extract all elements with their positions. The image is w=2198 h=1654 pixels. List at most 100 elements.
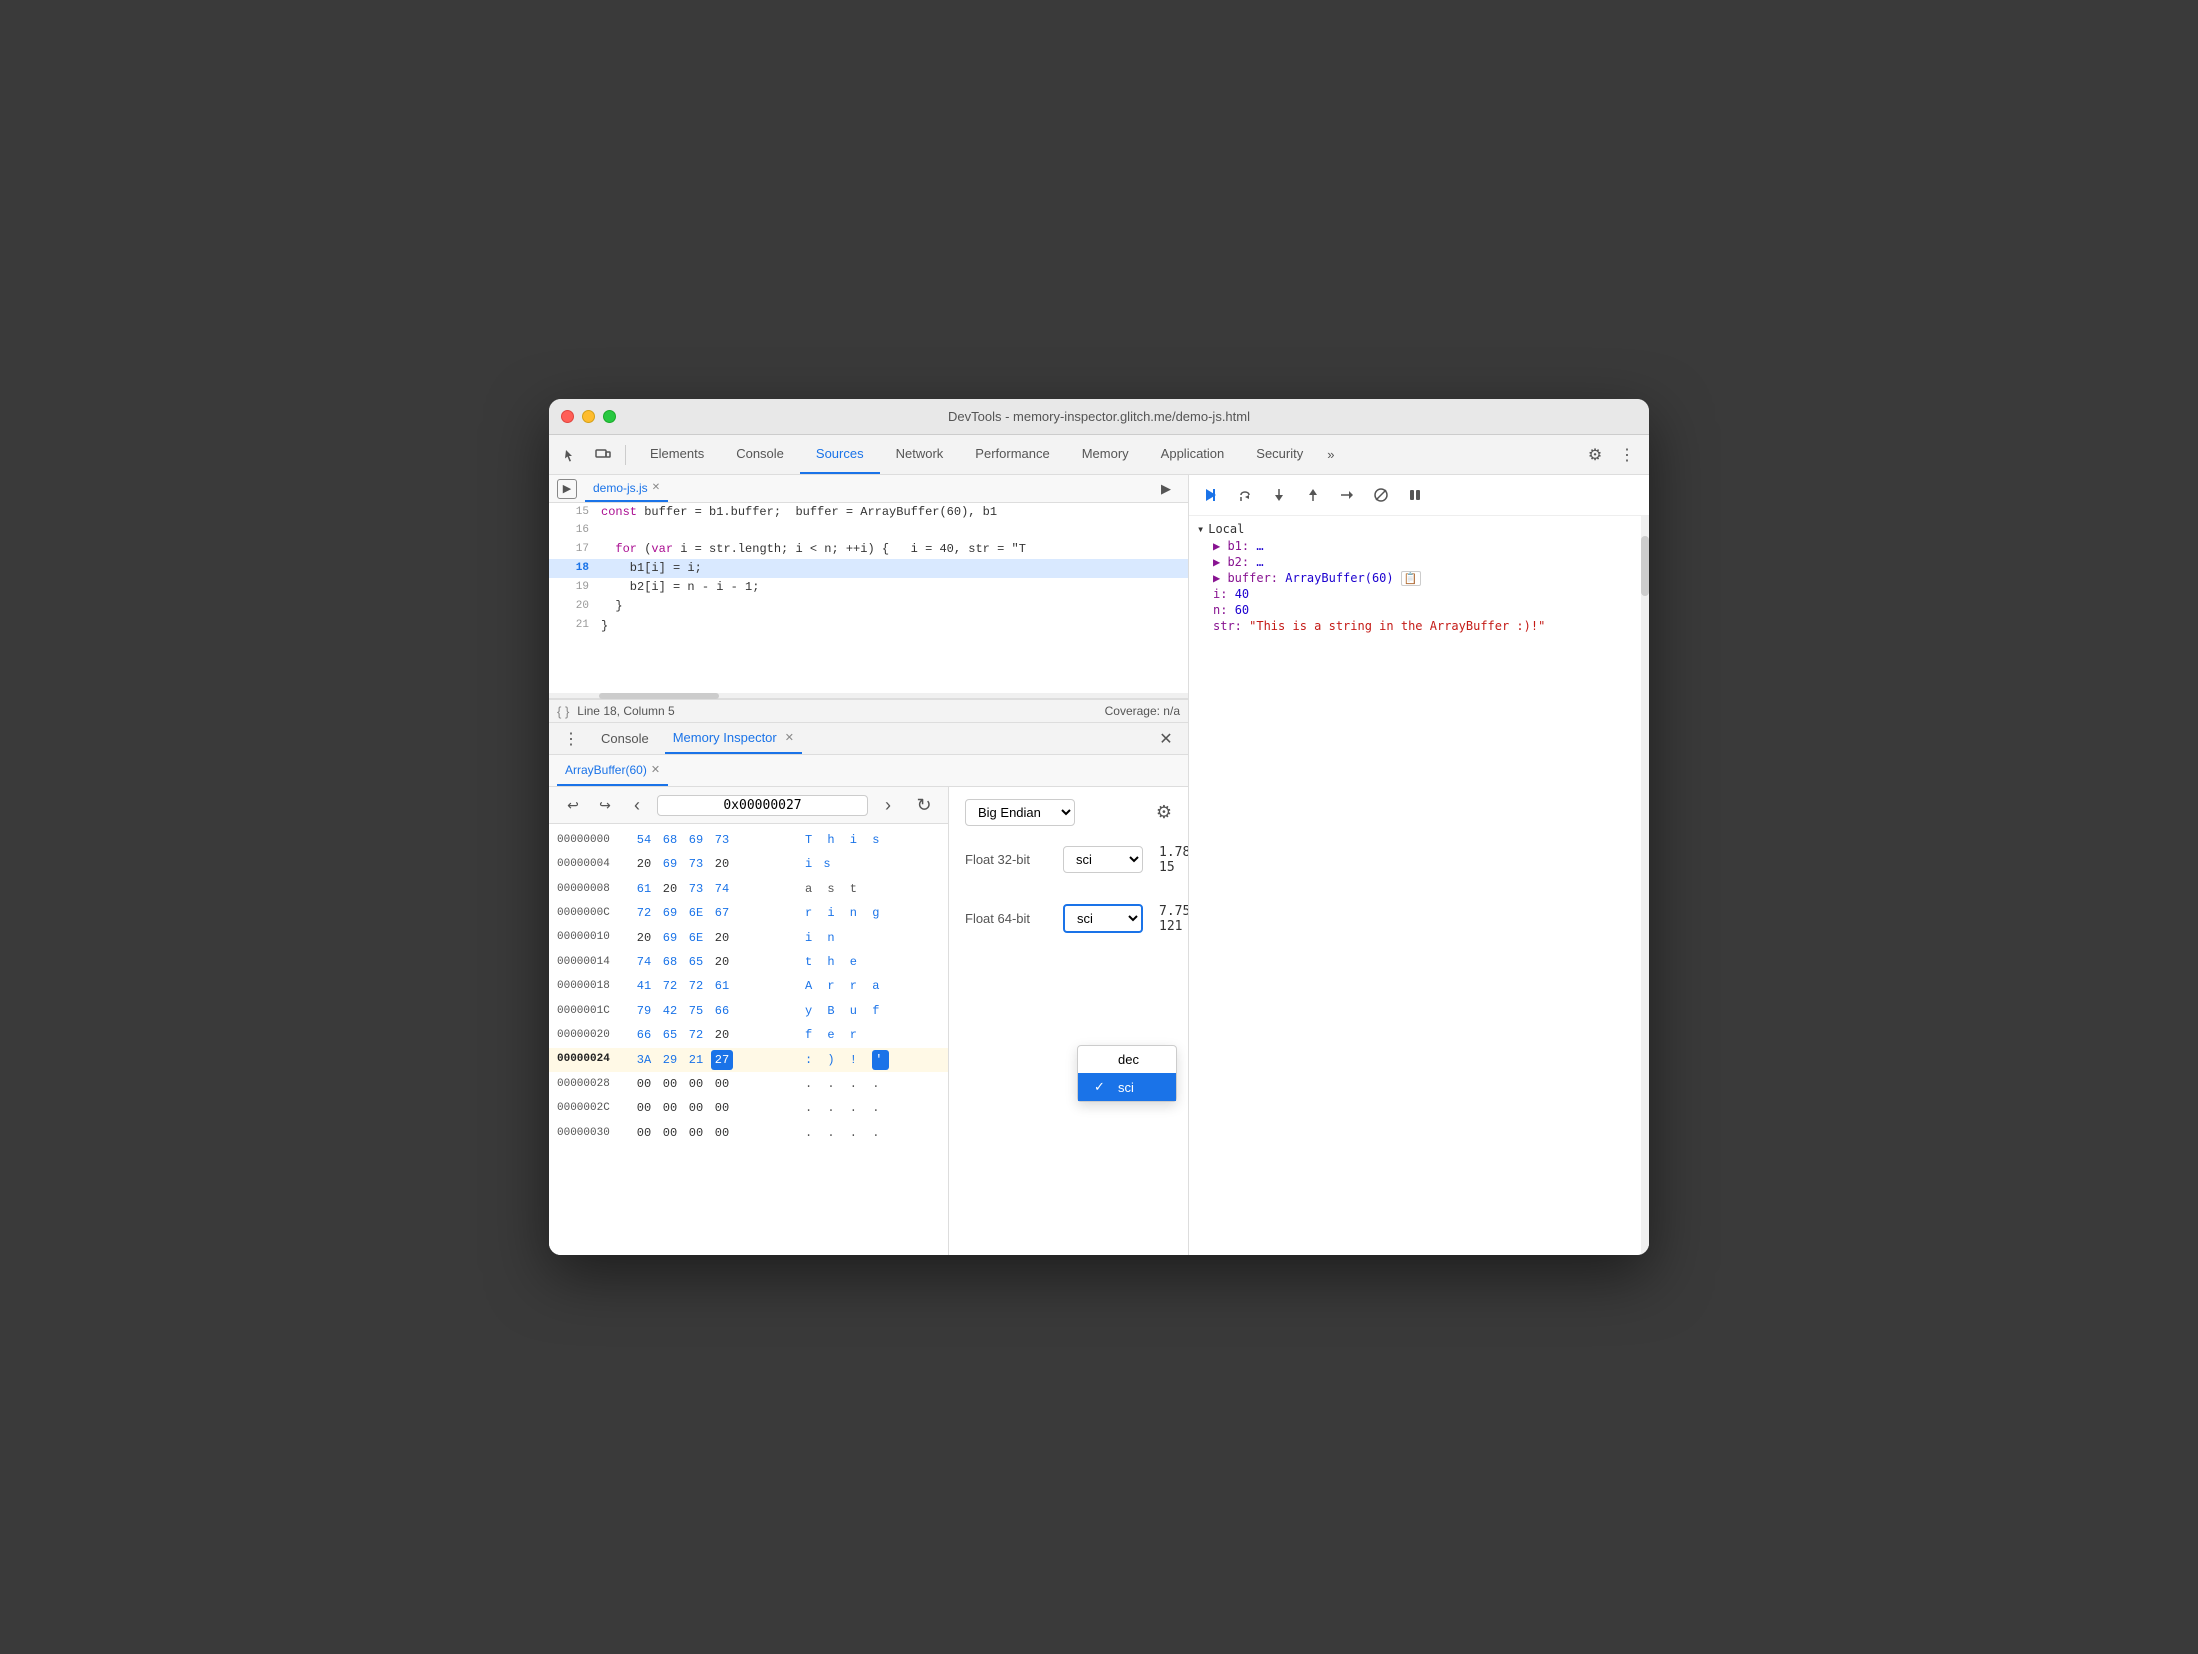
- scope-item-n: n: 60: [1197, 602, 1641, 618]
- hex-row-1c: 0000001C 79 42 75 66 y B u f: [549, 999, 948, 1023]
- left-panel: ▶ demo-js.js ✕ ▶ 15 const buffer = b1.: [549, 475, 1189, 1255]
- titlebar: DevTools - memory-inspector.glitch.me/de…: [549, 399, 1649, 435]
- hex-rows: 00000000 54 68 69 73 T h i s: [549, 824, 948, 1255]
- mi-body: ↩ ↪ ‹ › ↻: [549, 787, 1188, 1255]
- val-inspector-header: Big Endian Little Endian ⚙: [965, 799, 1172, 826]
- scope-container: ▾ Local ▶ b1: … ▶ b2: … ▶ buffer: ArrayB…: [1189, 516, 1649, 1255]
- hex-next-btn[interactable]: ›: [876, 793, 900, 817]
- selected-byte[interactable]: 27: [711, 1050, 733, 1070]
- tab-network[interactable]: Network: [880, 435, 960, 474]
- hex-row-8: 00000008 61 20 73 74 a s t: [549, 877, 948, 901]
- hex-row-28: 00000028 00 00 00 00 . . . .: [549, 1072, 948, 1096]
- deactivate-btn[interactable]: [1367, 481, 1395, 509]
- scope-item-buffer: ▶ buffer: ArrayBuffer(60) 📋: [1197, 570, 1641, 586]
- close-button[interactable]: [561, 410, 574, 423]
- devtools-container: Elements Console Sources Network Perform…: [549, 435, 1649, 1255]
- hex-row-10: 00000010 20 69 6E 20 i n: [549, 926, 948, 950]
- close-panel-icon[interactable]: ✕: [1152, 725, 1180, 753]
- source-file-name: demo-js.js: [593, 481, 648, 495]
- debug-toolbar: [1189, 475, 1649, 516]
- tab-performance[interactable]: Performance: [959, 435, 1065, 474]
- bottom-panel: ⋮ Console Memory Inspector ✕ ✕: [549, 723, 1188, 1255]
- tab-elements[interactable]: Elements: [634, 435, 720, 474]
- arraybuffer-tab[interactable]: ArrayBuffer(60) ✕: [557, 755, 668, 786]
- scope-item-b2: ▶ b2: …: [1197, 554, 1641, 570]
- scope-item-b1: ▶ b1: …: [1197, 538, 1641, 554]
- hex-forward-btn[interactable]: ↪: [593, 793, 617, 817]
- format-icon: { }: [557, 704, 569, 719]
- tab-security[interactable]: Security: [1240, 435, 1319, 474]
- debug-scrollbar-thumb: [1641, 536, 1649, 596]
- step-btn[interactable]: [1333, 481, 1361, 509]
- memory-inspect-btn[interactable]: 📋: [1401, 571, 1421, 586]
- more-icon[interactable]: ⋮: [557, 725, 585, 753]
- value-inspector: Big Endian Little Endian ⚙: [949, 787, 1188, 1255]
- dropdown-dec-label: dec: [1118, 1052, 1139, 1067]
- maximize-button[interactable]: [603, 410, 616, 423]
- val-settings-icon[interactable]: ⚙: [1156, 802, 1172, 822]
- devtools-toolbar: Elements Console Sources Network Perform…: [549, 435, 1649, 475]
- float64-format-select[interactable]: sci dec: [1063, 904, 1143, 933]
- minimize-button[interactable]: [582, 410, 595, 423]
- resume-btn[interactable]: [1197, 481, 1225, 509]
- settings-icon[interactable]: ⚙: [1581, 441, 1609, 469]
- console-tab[interactable]: Console: [593, 723, 657, 754]
- scope-local-label: Local: [1208, 522, 1244, 536]
- hex-refresh-btn[interactable]: ↻: [912, 793, 936, 817]
- dropdown-sci-label: sci: [1118, 1080, 1134, 1095]
- dropdown-item-sci[interactable]: ✓ sci: [1078, 1073, 1176, 1101]
- cursor-icon[interactable]: [557, 441, 585, 469]
- close-arraybuffer-tab[interactable]: ✕: [651, 763, 660, 776]
- hex-row-c: 0000000C 72 69 6E 67 r i n g: [549, 901, 948, 925]
- console-tab-label: Console: [601, 731, 649, 746]
- close-file-btn[interactable]: ✕: [652, 482, 660, 493]
- step-into-btn[interactable]: [1265, 481, 1293, 509]
- code-editor[interactable]: 15 const buffer = b1.buffer; buffer = Ar…: [549, 503, 1188, 693]
- dropdown-item-dec[interactable]: dec: [1078, 1046, 1176, 1073]
- hex-row-2c: 0000002C 00 00 00 00 . . . .: [549, 1096, 948, 1120]
- toolbar-divider-1: [625, 445, 626, 465]
- window-title: DevTools - memory-inspector.glitch.me/de…: [948, 409, 1250, 424]
- close-panel-btn[interactable]: ✕: [1152, 725, 1180, 753]
- code-line-15: 15 const buffer = b1.buffer; buffer = Ar…: [549, 503, 1188, 522]
- hex-back-btn[interactable]: ↩: [561, 793, 585, 817]
- endian-select[interactable]: Big Endian Little Endian: [965, 799, 1075, 826]
- float32-row: Float 32-bit sci dec 1.78e-15: [965, 838, 1172, 881]
- step-out-btn[interactable]: [1299, 481, 1327, 509]
- float32-format-select[interactable]: sci dec: [1063, 846, 1143, 873]
- tab-console[interactable]: Console: [720, 435, 800, 474]
- val-inspector-settings-btn[interactable]: ⚙: [1156, 802, 1172, 823]
- float64-label: Float 64-bit: [965, 911, 1055, 926]
- arraybuffer-tab-label: ArrayBuffer(60): [565, 763, 647, 777]
- pause-btn[interactable]: [1401, 481, 1429, 509]
- traffic-lights: [561, 410, 616, 423]
- device-toggle-icon[interactable]: [589, 441, 617, 469]
- hex-row-30: 00000030 00 00 00 00 . . . .: [549, 1121, 948, 1145]
- step-over-btn[interactable]: [1231, 481, 1259, 509]
- hex-row-4: 00000004 20 69 73 20 i s: [549, 852, 948, 876]
- memory-inspector-tab[interactable]: Memory Inspector ✕: [665, 723, 802, 754]
- hex-row-24: 00000024 3A 29 21 27: [549, 1048, 948, 1072]
- add-source-icon[interactable]: ▶: [557, 479, 577, 499]
- float64-row: Float 64-bit sci dec 7.75e-121: [965, 897, 1172, 940]
- more-options-icon[interactable]: ⋮: [1613, 441, 1641, 469]
- hex-prev-btn[interactable]: ‹: [625, 793, 649, 817]
- close-memory-inspector-btn[interactable]: ✕: [785, 731, 794, 744]
- devtools-main: ▶ demo-js.js ✕ ▶ 15 const buffer = b1.: [549, 475, 1649, 1255]
- float64-value: 7.75e-121: [1159, 904, 1188, 934]
- source-file-tab[interactable]: demo-js.js ✕: [585, 475, 668, 502]
- tab-overflow[interactable]: »: [1319, 435, 1342, 474]
- tab-sources[interactable]: Sources: [800, 435, 880, 474]
- hex-row-0: 00000000 54 68 69 73 T h i s: [549, 828, 948, 852]
- hex-viewer: ↩ ↪ ‹ › ↻: [549, 787, 949, 1255]
- tab-memory[interactable]: Memory: [1066, 435, 1145, 474]
- code-line-16: 16: [549, 522, 1188, 540]
- debug-scrollbar[interactable]: [1641, 516, 1649, 1255]
- float32-value: 1.78e-15: [1159, 845, 1188, 875]
- format-code-icon[interactable]: ▶: [1152, 475, 1180, 503]
- bottom-toolbar: ⋮ Console Memory Inspector ✕ ✕: [549, 723, 1188, 755]
- scope-section: ▾ Local ▶ b1: … ▶ b2: … ▶ buffer: ArrayB…: [1189, 516, 1649, 638]
- memory-inspector: ArrayBuffer(60) ✕ ↩: [549, 755, 1188, 1255]
- tab-application[interactable]: Application: [1145, 435, 1241, 474]
- hex-address-input[interactable]: [657, 795, 868, 816]
